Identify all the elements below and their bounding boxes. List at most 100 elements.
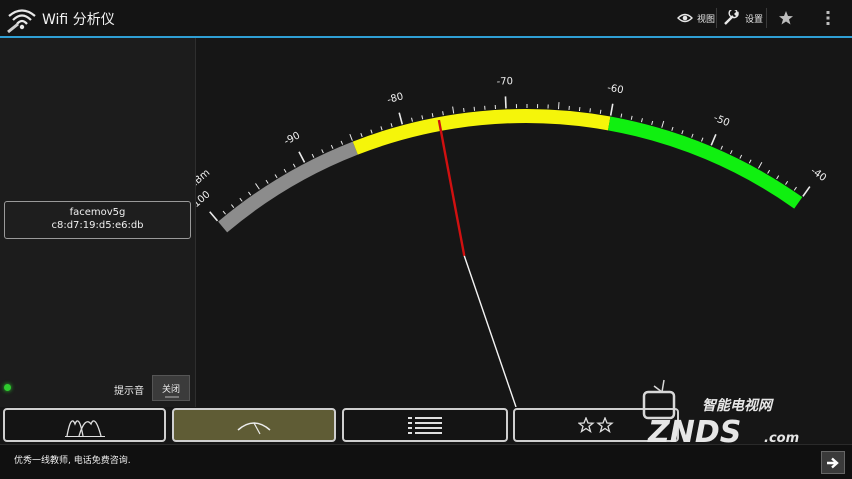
gauge-tick bbox=[504, 96, 507, 109]
tab-signal-meter[interactable] bbox=[172, 408, 336, 442]
gauge-tick bbox=[452, 106, 455, 114]
stars-icon bbox=[578, 417, 614, 433]
gauge-tick bbox=[661, 120, 665, 128]
wifi-app-icon[interactable] bbox=[6, 4, 38, 34]
gauge-tick bbox=[283, 168, 287, 173]
gauge-needle-tail bbox=[463, 255, 517, 407]
gauge-tick bbox=[589, 108, 591, 113]
gauge-tick bbox=[380, 126, 383, 131]
gauge-tick bbox=[729, 150, 733, 155]
gauge-tick-label: -80 bbox=[386, 91, 405, 106]
channel-graph-icon bbox=[64, 420, 105, 437]
gauge-tick bbox=[739, 154, 743, 159]
gauge-tick bbox=[620, 113, 623, 118]
gauge-needle bbox=[437, 119, 466, 256]
tab-channel-graph[interactable] bbox=[3, 408, 166, 442]
gauge-tick bbox=[785, 180, 789, 185]
gauge-tick bbox=[710, 133, 717, 146]
gauge-tick bbox=[720, 145, 723, 150]
sound-alert-toggle[interactable]: 关闭 bbox=[152, 375, 190, 401]
gauge-tick bbox=[463, 107, 465, 113]
gauge-tick bbox=[442, 111, 444, 116]
gauge-tick bbox=[222, 210, 226, 215]
actionbar-divider bbox=[716, 8, 717, 28]
gauge-tick bbox=[748, 159, 752, 164]
wrench-icon bbox=[724, 10, 739, 25]
gauge-tick bbox=[431, 113, 434, 118]
tab-ap-list[interactable] bbox=[342, 408, 508, 442]
gauge-tick bbox=[701, 137, 704, 142]
gauge-tick bbox=[370, 129, 373, 134]
view-button[interactable]: 视图 bbox=[677, 6, 715, 30]
gauge-tick bbox=[248, 191, 252, 196]
gauge-tick bbox=[802, 186, 811, 197]
settings-label: 设置 bbox=[745, 14, 764, 25]
gauge-tick bbox=[274, 174, 278, 179]
gauge-tick bbox=[691, 133, 694, 138]
network-selector[interactable]: facemov5g c8:d7:19:d5:e6:db bbox=[4, 201, 191, 239]
gauge-tick bbox=[640, 118, 643, 123]
gauge-tick bbox=[239, 197, 243, 202]
action-bar: Wifi 分析仪 视图 设置 bbox=[0, 0, 852, 36]
znds-watermark: 智能电视网 ZNDS .com bbox=[642, 379, 799, 448]
gauge-tick bbox=[330, 144, 334, 149]
star-icon bbox=[779, 11, 793, 25]
gauge-band bbox=[218, 141, 358, 233]
gauge-tick-label: -100 bbox=[196, 189, 213, 212]
sound-alert-label: 提示音 bbox=[114, 386, 144, 397]
gauge-band bbox=[607, 116, 803, 209]
gauge-tick bbox=[630, 115, 633, 120]
favorite-button[interactable] bbox=[778, 6, 794, 30]
gauge-tick bbox=[651, 120, 654, 125]
ad-banner[interactable]: 优秀一线教师, 电话免费咨询. bbox=[0, 444, 852, 479]
gauge-tick-label: -60 bbox=[606, 83, 624, 97]
gauge-unit-label: dBm bbox=[196, 167, 212, 190]
gauge-tick bbox=[321, 149, 324, 154]
ad-text: 优秀一线教师, 电话免费咨询. bbox=[14, 456, 131, 466]
gauge-tick bbox=[292, 163, 296, 168]
gauge-tick bbox=[609, 103, 614, 116]
watermark-brand-cn: 智能电视网 bbox=[702, 397, 774, 414]
gauge-tick bbox=[411, 117, 413, 122]
gauge-tick bbox=[398, 112, 404, 125]
status-indicator bbox=[4, 384, 11, 391]
network-ssid: facemov5g bbox=[69, 207, 126, 218]
arrow-right-icon bbox=[827, 457, 839, 468]
gauge-tick bbox=[390, 123, 393, 128]
gauge-tick-label: -70 bbox=[496, 76, 513, 88]
ad-open-button[interactable] bbox=[821, 451, 845, 474]
settings-button[interactable]: 设置 bbox=[723, 6, 763, 30]
gauge-tick bbox=[421, 115, 424, 120]
app-title: Wifi 分析仪 bbox=[42, 12, 115, 28]
view-label: 视图 bbox=[697, 14, 716, 25]
gauge-tick bbox=[767, 169, 771, 174]
gauge-tick-label: -40 bbox=[808, 166, 828, 184]
gauge-tick bbox=[776, 175, 780, 180]
more-vertical-icon bbox=[826, 11, 830, 25]
eye-icon bbox=[677, 13, 693, 23]
signal-gauge: -100 -90 -80 -70 -60 -50 -40 dBm bbox=[196, 76, 828, 407]
actionbar-divider bbox=[766, 8, 767, 28]
gauge-tick-label: -50 bbox=[712, 113, 731, 129]
sound-toggle-label: 关闭 bbox=[161, 384, 180, 395]
gauge-tick bbox=[360, 133, 363, 138]
overflow-menu-button[interactable] bbox=[824, 6, 832, 30]
gauge-tick bbox=[758, 161, 763, 169]
gauge-tick bbox=[311, 153, 315, 158]
gauge-tick-label: -90 bbox=[282, 130, 302, 147]
list-icon bbox=[408, 417, 442, 434]
gauge-tick bbox=[255, 183, 260, 190]
gauge-tick bbox=[599, 109, 602, 114]
gauge-tick bbox=[298, 151, 306, 163]
gauge-tick bbox=[340, 140, 344, 145]
network-bssid: c8:d7:19:d5:e6:db bbox=[51, 220, 144, 231]
gauge-tick bbox=[671, 126, 674, 131]
gauge-tick bbox=[793, 186, 797, 191]
meter-icon bbox=[237, 422, 271, 435]
gauge-tick bbox=[349, 133, 353, 141]
gauge-band bbox=[352, 109, 611, 155]
gauge-tick bbox=[230, 204, 235, 208]
gauge-tick bbox=[209, 211, 219, 222]
gauge-tick bbox=[681, 130, 684, 135]
gauge-tick bbox=[265, 179, 269, 184]
